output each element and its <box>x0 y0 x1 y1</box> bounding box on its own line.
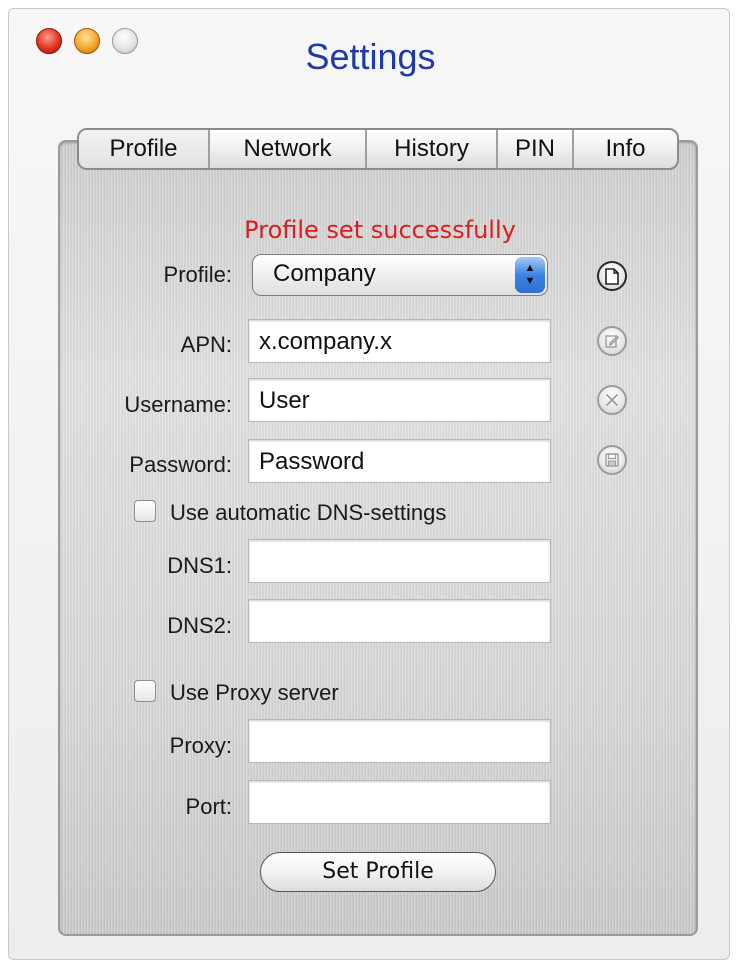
tab-pin[interactable]: PIN <box>498 130 574 168</box>
delete-icon <box>606 394 618 406</box>
tab-bar: Profile Network History PIN Info <box>77 128 679 170</box>
updown-arrows-icon: ▲ ▼ <box>515 257 545 293</box>
password-field[interactable]: Password <box>248 439 551 483</box>
tab-network[interactable]: Network <box>210 130 367 168</box>
edit-icon <box>605 335 620 348</box>
auto-dns-checkbox[interactable] <box>134 500 156 522</box>
save-profile-button[interactable] <box>597 445 627 475</box>
port-field[interactable] <box>248 780 551 824</box>
tab-info[interactable]: Info <box>574 130 677 168</box>
set-profile-button[interactable]: Set Profile <box>260 852 496 892</box>
dns1-label: DNS1: <box>167 553 232 578</box>
delete-profile-button[interactable] <box>597 385 627 415</box>
tab-profile[interactable]: Profile <box>79 130 210 168</box>
new-document-icon <box>605 267 619 285</box>
window-title: Settings <box>305 36 436 77</box>
auto-dns-label: Use automatic DNS-settings <box>170 500 447 525</box>
apn-label: APN: <box>180 332 232 357</box>
username-field[interactable]: User <box>248 378 551 422</box>
status-message: Profile set successfully <box>244 216 516 244</box>
tab-history[interactable]: History <box>367 130 498 168</box>
password-label: Password: <box>129 452 232 477</box>
profile-label: Profile: <box>163 262 232 287</box>
use-proxy-label: Use Proxy server <box>170 680 339 705</box>
apn-field[interactable]: x.company.x <box>248 319 551 363</box>
proxy-field[interactable] <box>248 719 551 763</box>
profile-select[interactable]: Company ▲ ▼ <box>252 254 548 296</box>
dns2-label: DNS2: <box>167 613 232 638</box>
username-label: Username: <box>124 392 232 417</box>
new-profile-button[interactable] <box>597 261 627 291</box>
save-icon <box>605 453 619 467</box>
dns1-field[interactable] <box>248 539 551 583</box>
profile-select-value: Company <box>273 260 376 287</box>
dns2-field[interactable] <box>248 599 551 643</box>
use-proxy-checkbox[interactable] <box>134 680 156 702</box>
proxy-label: Proxy: <box>169 733 232 758</box>
port-label: Port: <box>185 794 232 819</box>
edit-profile-button[interactable] <box>597 326 627 356</box>
